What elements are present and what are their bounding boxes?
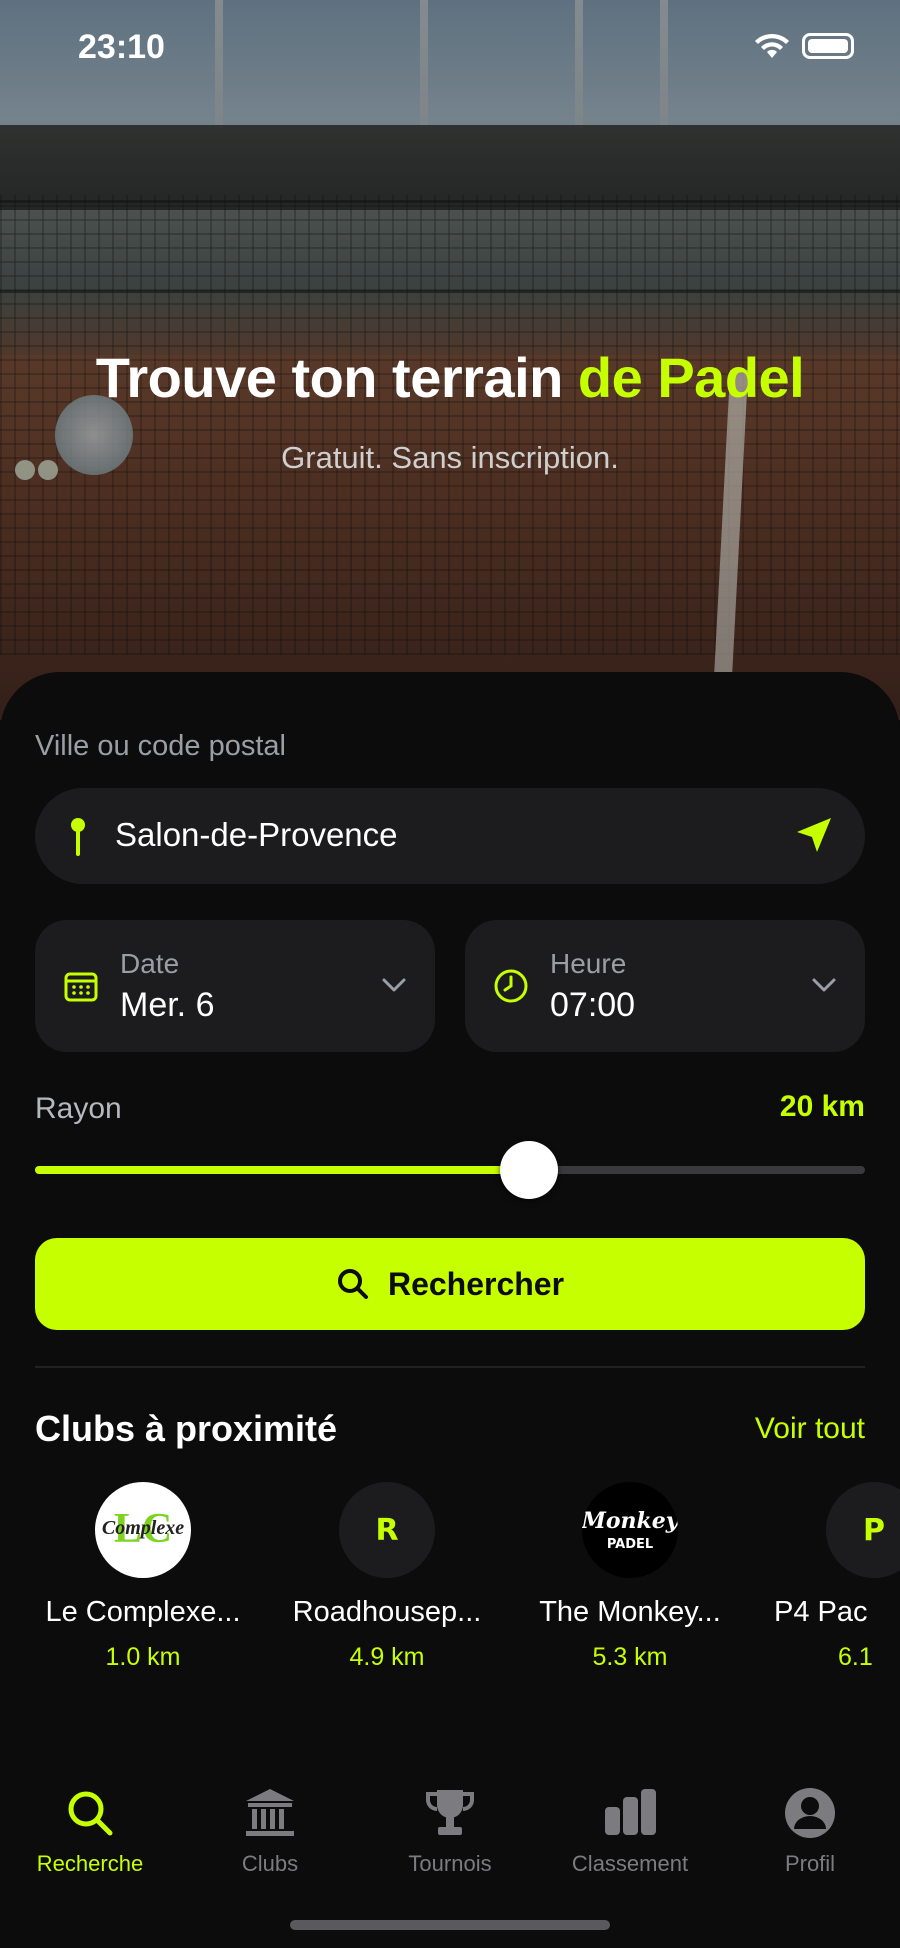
location-input-value[interactable]: Salon-de-Provence (115, 816, 398, 854)
calendar-icon (64, 972, 98, 1002)
radius-value: 20 km (779, 1090, 865, 1123)
date-label: Date (120, 948, 180, 979)
tab-label: Tournois (408, 1851, 492, 1876)
tab-recherche[interactable]: Recherche (0, 1770, 180, 1877)
hero-title-accent: de Padel (577, 346, 805, 409)
trophy-icon (426, 1790, 474, 1835)
club-distance: 6.1 (838, 1643, 873, 1671)
date-value: Mer. 6 (120, 986, 215, 1024)
status-icons (754, 32, 854, 60)
time-label: Heure (550, 948, 627, 979)
radius-slider-thumb[interactable] (499, 1141, 558, 1199)
wifi-icon (755, 33, 789, 58)
date-picker[interactable]: Date Mer. 6 (35, 920, 435, 1052)
chevron-down-icon (382, 978, 406, 992)
hero-title: Trouve ton terrain de Padel (0, 345, 900, 410)
search-button[interactable]: Rechercher (35, 1238, 865, 1330)
club-card[interactable]: R Roadhousep... 4.9 km (267, 1482, 507, 1672)
svg-text:PADEL: PADEL (607, 1537, 653, 1552)
club-distance: 1.0 km (105, 1643, 181, 1671)
club-card[interactable]: P P4 Pac 6.1 (768, 1482, 900, 1672)
club-distance: 5.3 km (592, 1643, 668, 1671)
chevron-down-icon (812, 978, 836, 992)
navigation-arrow-icon[interactable] (793, 814, 835, 856)
tab-label: Classement (571, 1851, 689, 1876)
search-button-label: Rechercher (387, 1265, 565, 1302)
svg-text:Complexe: Complexe (102, 1517, 184, 1539)
club-card[interactable]: Monkey PADEL The Monkey... 5.3 km (510, 1482, 750, 1672)
club-distance: 4.9 km (349, 1643, 425, 1671)
club-name: P4 Pac (774, 1596, 868, 1628)
time-picker[interactable]: Heure 07:00 (465, 920, 865, 1052)
club-name: Roadhousep... (292, 1596, 482, 1628)
battery-icon (802, 33, 854, 59)
tab-tournois[interactable]: Tournois (360, 1770, 540, 1877)
club-name: The Monkey... (539, 1596, 721, 1628)
search-icon (68, 1791, 113, 1836)
clock-icon (494, 969, 528, 1003)
tab-bar: Recherche Clubs Tournois Classement Prof… (0, 1770, 900, 1890)
club-card[interactable]: LC Complexe Le Complexe... 1.0 km (23, 1482, 263, 1672)
tab-clubs[interactable]: Clubs (180, 1770, 360, 1877)
club-name: Le Complexe... (45, 1596, 241, 1628)
building-icon (246, 1789, 294, 1836)
search-icon (337, 1269, 368, 1299)
user-icon (785, 1788, 835, 1838)
time-value: 07:00 (550, 986, 636, 1024)
status-time: 23:10 (78, 28, 165, 66)
nearby-clubs-list: LC Complexe Le Complexe... 1.0 km R Road… (0, 1482, 900, 1682)
svg-text:Monkey: Monkey (582, 1508, 678, 1534)
club-initial-avatar: R (339, 1482, 435, 1578)
radius-label: Rayon (35, 1092, 122, 1125)
tab-label: Recherche (36, 1851, 144, 1876)
tab-classement[interactable]: Classement (540, 1770, 720, 1877)
location-label: Ville ou code postal (35, 730, 286, 762)
location-field[interactable]: Salon-de-Provence (35, 788, 865, 884)
divider (35, 1366, 865, 1368)
nearby-clubs-title: Clubs à proximité (35, 1408, 338, 1449)
pin-icon (71, 818, 85, 856)
radius-slider[interactable] (35, 1141, 865, 1199)
see-all-link[interactable]: Voir tout (755, 1412, 865, 1446)
club-logo-le-complexe: LC Complexe (95, 1482, 191, 1578)
tab-profil[interactable]: Profil (720, 1770, 900, 1877)
hero-subtitle: Gratuit. Sans inscription. (281, 440, 619, 475)
bar-chart-icon (605, 1789, 656, 1835)
radius-slider-fill (35, 1166, 529, 1174)
tab-label: Profil (784, 1851, 836, 1876)
club-initial-avatar: P (826, 1482, 900, 1578)
hero-title-main: Trouve ton terrain (95, 346, 578, 409)
club-logo-the-monkey: Monkey PADEL (582, 1482, 678, 1578)
home-indicator (290, 1920, 610, 1930)
tab-label: Clubs (241, 1851, 299, 1876)
